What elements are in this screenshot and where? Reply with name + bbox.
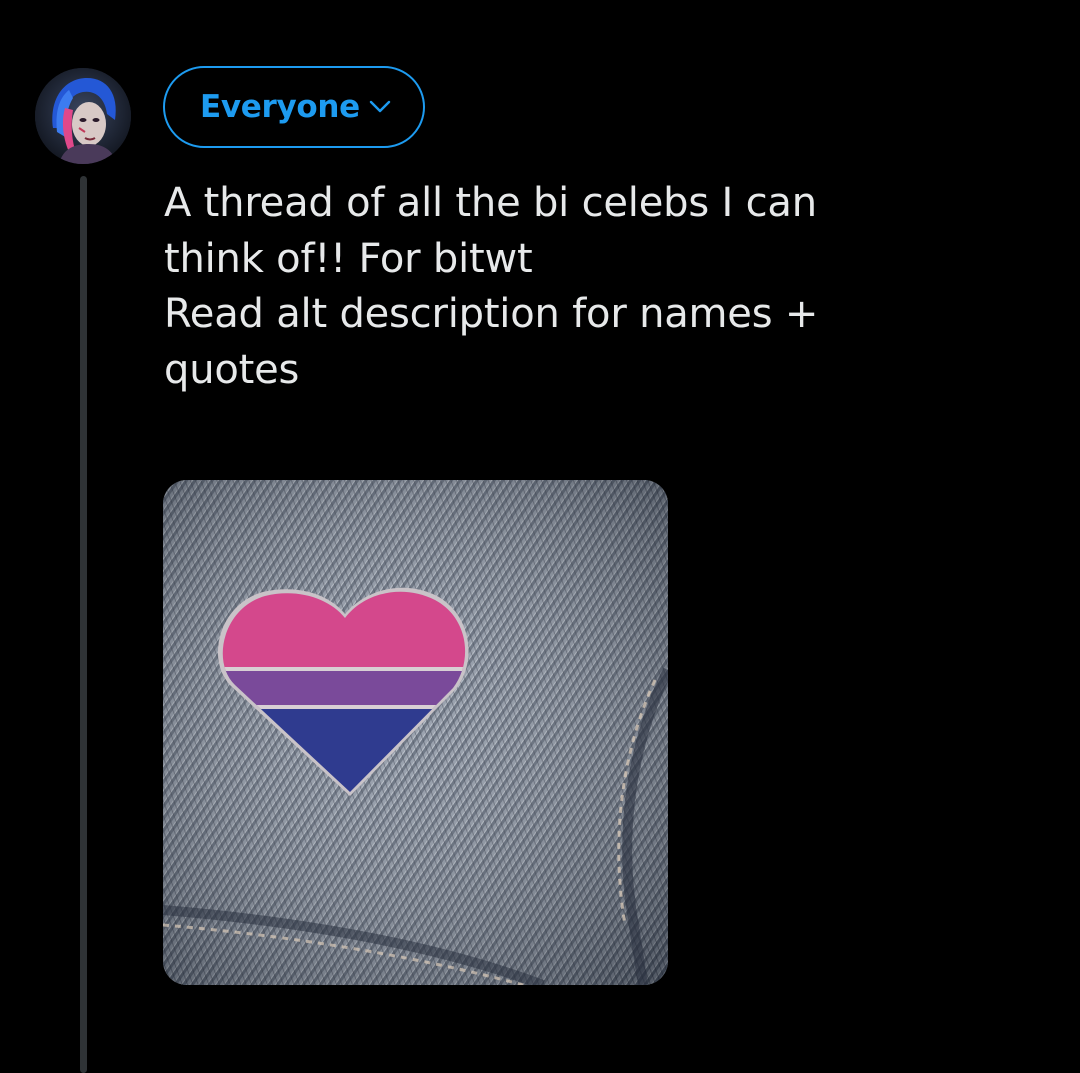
attached-image[interactable] bbox=[163, 480, 668, 985]
chevron-down-icon bbox=[368, 99, 392, 119]
bisexual-pride-heart-pin-image bbox=[163, 480, 668, 985]
tweet-text-line: A thread of all the bi celebs I can bbox=[164, 180, 817, 226]
audience-selector-button[interactable]: Everyone bbox=[163, 66, 425, 148]
tweet-text-line: quotes bbox=[164, 346, 300, 393]
user-avatar-icon bbox=[35, 68, 131, 164]
tweet-text-line: Read alt description for names + bbox=[164, 291, 819, 337]
thread-connector-line bbox=[80, 176, 87, 1073]
avatar[interactable] bbox=[35, 68, 131, 164]
audience-label: Everyone bbox=[200, 89, 360, 125]
tweet-text[interactable]: A thread of all the bi celebs I can thin… bbox=[164, 176, 994, 398]
tweet-text-line: think of!! For bitwt bbox=[164, 235, 533, 282]
tweet-composer: Everyone A thread of all the bi celebs I… bbox=[0, 0, 1080, 1073]
